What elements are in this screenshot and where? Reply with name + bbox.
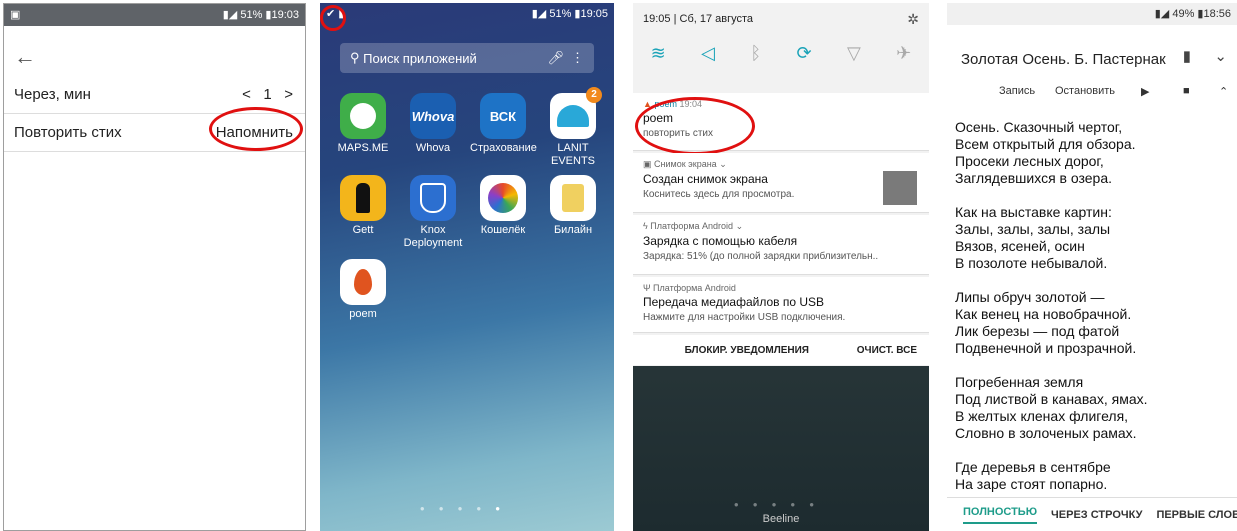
microphone-icon[interactable]: 🎤︎	[547, 50, 564, 66]
more-options-icon[interactable]: ⋮	[571, 50, 584, 66]
block-notifications-button[interactable]: БЛОКИР. УВЕДОМЛЕНИЯ	[685, 345, 809, 356]
sim-card-icon	[550, 175, 596, 221]
highlight-ring	[635, 97, 755, 155]
chevron-down-icon: ⌄	[735, 221, 744, 231]
phone-screen-poem: ▮◢ 49% ▮18:56 Золотая Осень. Б. Пастерна…	[947, 3, 1237, 531]
highlight-ring	[209, 107, 303, 151]
play-icon[interactable]: ▶	[1141, 85, 1149, 98]
shield-icon	[410, 175, 456, 221]
status-bar: ▣ ▮◢ 51% ▮19:03	[4, 4, 305, 26]
lightning-icon: ϟ	[643, 221, 648, 231]
app-wallet[interactable]: Кошелёк	[470, 175, 536, 237]
tab-full[interactable]: ПОЛНОСТЬЮ	[963, 506, 1038, 524]
chevron-up-icon[interactable]: ⌃	[1219, 85, 1228, 98]
quick-settings: ≋ ◁ ᛒ ⟳ ▽ ✈	[633, 43, 929, 83]
tab-every-line[interactable]: ЧЕРЕЗ СТРОЧКУ	[1051, 509, 1142, 521]
back-arrow-icon[interactable]: ←	[14, 44, 36, 70]
usb-icon: Ψ	[643, 283, 651, 293]
mute-icon[interactable]: ◁	[701, 43, 715, 83]
page-indicator: ●●●●●	[733, 500, 829, 509]
settings-gear-icon[interactable]: ✲	[907, 11, 919, 28]
phone-screen-notifications: 19:05 | Сб, 17 августа ✲ ≋ ◁ ᛒ ⟳ ▽ ✈ ▲ p…	[633, 3, 929, 531]
phone-screen-settings: ▣ ▮◢ 51% ▮19:03 ← Через, мин < 1 > Повто…	[3, 3, 306, 531]
record-button[interactable]: Запись	[999, 85, 1035, 97]
notification-usb[interactable]: Ψ Платформа Android Передача медиафайлов…	[633, 277, 929, 333]
wallet-icon	[480, 175, 526, 221]
whova-icon: Whova	[410, 93, 456, 139]
image-icon: ▣	[643, 159, 652, 169]
chevron-down-icon: ⌄	[719, 159, 727, 169]
flame-icon	[340, 259, 386, 305]
app-maps-me[interactable]: MAPS.ME	[330, 93, 396, 155]
app-search-bar[interactable]: ⚲ Поиск приложений 🎤︎ ⋮	[340, 43, 594, 73]
maps-me-icon	[340, 93, 386, 139]
status-bar: ▮◢ 49% ▮18:56	[947, 3, 1237, 25]
page-indicator: ●●●●●	[419, 504, 515, 513]
stop-icon[interactable]: ■	[1183, 85, 1190, 97]
display-mode-tabs: ПОЛНОСТЬЮ ЧЕРЕЗ СТРОЧКУ ПЕРВЫЕ СЛОВА	[947, 497, 1237, 531]
flashlight-icon[interactable]: ▽	[847, 43, 861, 83]
vsk-icon: ВСК	[480, 93, 526, 139]
status-time: ▮◢ 49% ▮18:56	[1154, 8, 1231, 20]
app-whova[interactable]: Whova Whova	[400, 93, 466, 155]
rotate-icon[interactable]: ⟳	[797, 43, 812, 83]
clear-all-button[interactable]: ОЧИСТ. ВСЕ	[857, 345, 917, 356]
app-knox-deployment[interactable]: Knox Deployment	[400, 175, 466, 250]
bluetooth-icon[interactable]: ᛒ	[750, 43, 761, 83]
app-insurance[interactable]: ВСК Страхование	[470, 93, 537, 155]
minutes-stepper[interactable]: < 1 >	[242, 86, 293, 103]
bookmark-icon[interactable]: ▮	[1183, 47, 1191, 65]
delay-label: Через, мин	[14, 86, 91, 103]
stepper-increase-button[interactable]: >	[284, 86, 293, 103]
app-beeline[interactable]: Билайн	[540, 175, 606, 237]
wifi-icon[interactable]: ≋	[651, 43, 666, 83]
status-time: ▮◢ 51% ▮19:03	[222, 9, 299, 21]
search-icon: ⚲	[350, 50, 360, 65]
tab-first-words[interactable]: ПЕРВЫЕ СЛОВА	[1156, 509, 1237, 521]
app-lanit-events[interactable]: 2 LANIT EVENTS	[540, 87, 606, 168]
poem-text: Осень. Сказочный чертог, Всем открытый д…	[955, 119, 1148, 492]
stepper-value: 1	[263, 86, 272, 103]
highlight-ring	[320, 5, 346, 31]
lanit-events-icon: 2	[550, 87, 602, 139]
repeat-label: Повторить стих	[14, 124, 122, 141]
poem-title: Золотая Осень. Б. Пастернак	[961, 51, 1166, 68]
notification-actions: БЛОКИР. УВЕДОМЛЕНИЯ ОЧИСТ. ВСЕ	[633, 335, 929, 365]
app-poem[interactable]: poem	[330, 259, 396, 321]
phone-screen-app-drawer: ✔ ▮ ▮◢ 51% ▮19:05 ⚲ Поиск приложений 🎤︎ …	[320, 3, 614, 531]
app-gett[interactable]: Gett	[330, 175, 396, 237]
airplane-icon[interactable]: ✈	[896, 43, 911, 83]
notification-screenshot[interactable]: ▣ Снимок экрана ⌄ Создан снимок экрана К…	[633, 153, 929, 213]
badge-count: 2	[586, 87, 602, 103]
image-icon: ▣	[10, 9, 21, 21]
status-time: ▮◢ 51% ▮19:05	[531, 8, 608, 20]
status-bar: ✔ ▮ ▮◢ 51% ▮19:05	[320, 3, 614, 25]
search-placeholder: Поиск приложений	[363, 50, 477, 66]
stop-button[interactable]: Остановить	[1055, 85, 1115, 97]
chevron-down-icon[interactable]: ⌄	[1214, 47, 1227, 65]
stepper-decrease-button[interactable]: <	[242, 86, 251, 103]
notification-charging[interactable]: ϟ Платформа Android ⌄ Зарядка с помощью …	[633, 215, 929, 275]
status-date: 19:05 | Сб, 17 августа	[643, 13, 754, 25]
gett-icon	[340, 175, 386, 221]
carrier-label: Beeline	[762, 513, 800, 525]
screenshot-thumbnail	[883, 171, 917, 205]
